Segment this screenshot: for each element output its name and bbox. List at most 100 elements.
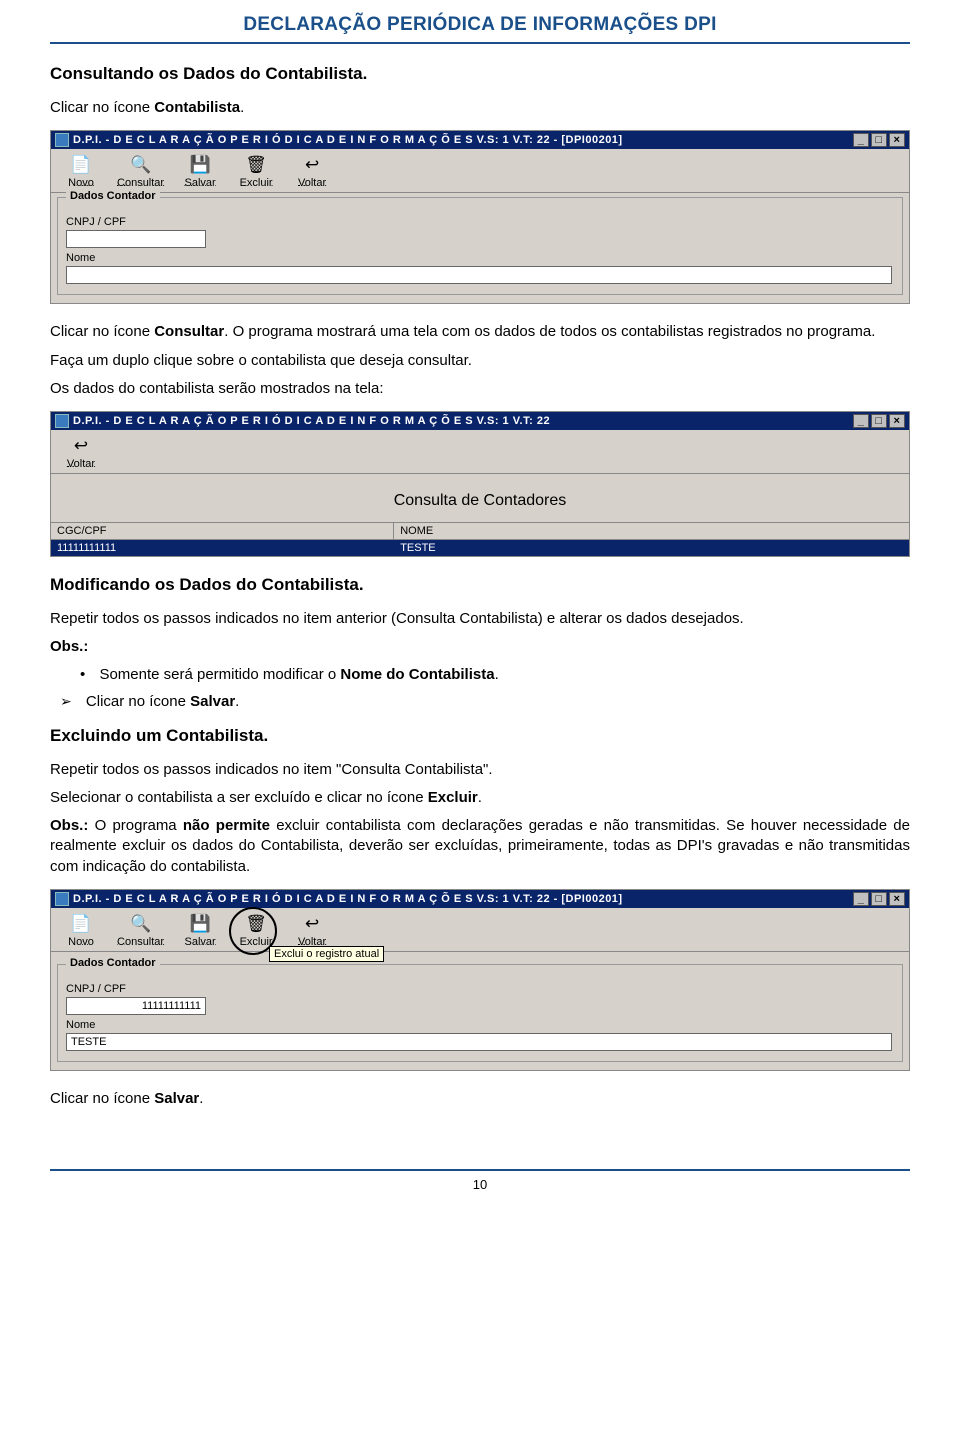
window-title: D.P.I. - D E C L A R A Ç Ã O P E R I Ó D… — [73, 415, 550, 427]
consultar-button[interactable]: 🔍Consultar — [109, 151, 172, 191]
minimize-icon[interactable]: _ — [853, 414, 869, 428]
para-obs-nao-permite: Obs.: O programa não permite excluir con… — [50, 816, 910, 877]
app-icon — [55, 414, 69, 428]
nome-input[interactable] — [66, 266, 892, 284]
arrow-item-salvar: Clicar no ícone Salvar. — [60, 693, 910, 710]
window-title: D.P.I. - D E C L A R A Ç Ã O P E R I Ó D… — [73, 893, 623, 905]
trash-icon: 🗑 — [245, 154, 267, 176]
label: Salvar — [185, 177, 216, 189]
window-buttons: _ □ × — [853, 133, 905, 147]
page-header: DECLARAÇÃO PERIÓDICA DE INFORMAÇÕES DPI — [50, 0, 910, 44]
consultar-button[interactable]: 🔍Consultar — [109, 910, 172, 950]
page-number: 10 — [50, 1171, 910, 1210]
minimize-icon[interactable]: _ — [853, 133, 869, 147]
group-legend: Dados Contador — [66, 190, 160, 202]
document-icon: 📄 — [70, 154, 92, 176]
bold: Salvar — [154, 1090, 199, 1107]
label: Excluir — [240, 936, 273, 948]
voltar-button[interactable]: ↩Voltar — [284, 151, 340, 191]
save-icon: 💾 — [189, 913, 211, 935]
tooltip-excluir: Exclui o registro atual — [269, 946, 384, 962]
para-repetir-passos: Repetir todos os passos indicados no ite… — [50, 609, 910, 629]
save-icon: 💾 — [189, 154, 211, 176]
cnpj-label: CNPJ / CPF — [66, 983, 894, 995]
search-icon: 🔍 — [130, 154, 152, 176]
novo-button[interactable]: 📄Novo — [53, 151, 109, 191]
toolbar: 📄Novo 🔍Consultar 💾Salvar 🗑Excluir ↩Volta… — [51, 908, 909, 952]
trash-icon: 🗑 — [245, 913, 267, 935]
para-repetir-consulta: Repetir todos os passos indicados no ite… — [50, 760, 910, 780]
text: Clicar no ícone — [86, 693, 190, 710]
voltar-button[interactable]: ↩Voltar — [284, 910, 340, 950]
bold: Excluir — [428, 789, 478, 806]
obs-list: Somente será permitido modificar o Nome … — [80, 666, 910, 683]
label: Novo — [68, 936, 94, 948]
text: . — [235, 693, 239, 710]
label: Excluir — [240, 177, 273, 189]
text: O programa — [88, 817, 183, 834]
voltar-button[interactable]: ↩Voltar — [53, 432, 109, 472]
window-buttons: _ □ × — [853, 414, 905, 428]
label: Consultar — [117, 936, 164, 948]
window-title: D.P.I. - D E C L A R A Ç Ã O P E R I Ó D… — [73, 134, 623, 146]
close-icon[interactable]: × — [889, 414, 905, 428]
th-cgc-cpf: CGC/CPF — [51, 523, 394, 539]
document-icon: 📄 — [70, 913, 92, 935]
window-titlebar: D.P.I. - D E C L A R A Ç Ã O P E R I Ó D… — [51, 131, 909, 149]
window-titlebar: D.P.I. - D E C L A R A Ç Ã O P E R I Ó D… — [51, 412, 909, 430]
maximize-icon[interactable]: □ — [871, 414, 887, 428]
bold: Salvar — [190, 693, 235, 710]
text: . — [478, 789, 482, 806]
back-icon: ↩ — [301, 154, 323, 176]
text: . — [199, 1090, 203, 1107]
section-title-consultando: Consultando os Dados do Contabilista. — [50, 64, 910, 84]
table-header: CGC/CPF NOME — [51, 522, 909, 540]
nome-label: Nome — [66, 1019, 894, 1031]
obs-bold: Obs.: — [50, 817, 88, 834]
search-icon: 🔍 — [130, 913, 152, 935]
screenshot-toolbar-contador: D.P.I. - D E C L A R A Ç Ã O P E R I Ó D… — [50, 130, 910, 304]
back-icon: ↩ — [301, 913, 323, 935]
close-icon[interactable]: × — [889, 133, 905, 147]
text: Selecionar o contabilista a ser excluído… — [50, 789, 428, 806]
text: . O programa mostrará uma tela com os da… — [224, 323, 875, 340]
para-duplo-clique: Faça um duplo clique sobre o contabilist… — [50, 351, 910, 371]
maximize-icon[interactable]: □ — [871, 133, 887, 147]
window-buttons: _ □ × — [853, 892, 905, 906]
cell-cgc: 11111111111 — [51, 540, 394, 556]
cnpj-input[interactable] — [66, 230, 206, 248]
table-row[interactable]: 11111111111 TESTE — [51, 540, 909, 556]
excluir-button[interactable]: 🗑Excluir — [228, 151, 284, 191]
consulta-heading: Consulta de Contadores — [51, 474, 909, 522]
cnpj-input[interactable] — [66, 997, 206, 1015]
close-icon[interactable]: × — [889, 892, 905, 906]
bold: não permite — [183, 817, 270, 834]
text: . — [495, 666, 499, 683]
maximize-icon[interactable]: □ — [871, 892, 887, 906]
group-legend: Dados Contador — [66, 957, 160, 969]
dados-contador-group: Dados Contador CNPJ / CPF Nome — [57, 964, 903, 1062]
cell-nome: TESTE — [394, 540, 909, 556]
screenshot-consulta-contadores: D.P.I. - D E C L A R A Ç Ã O P E R I Ó D… — [50, 411, 910, 557]
back-icon: ↩ — [70, 435, 92, 457]
nome-label: Nome — [66, 252, 894, 264]
text: Somente será permitido modificar o — [99, 666, 340, 683]
salvar-button[interactable]: 💾Salvar — [172, 910, 228, 950]
text: Clicar no ícone — [50, 99, 154, 116]
text: Clicar no ícone — [50, 323, 154, 340]
novo-button[interactable]: 📄Novo — [53, 910, 109, 950]
salvar-button[interactable]: 💾Salvar — [172, 151, 228, 191]
text: Clicar no ícone — [50, 1090, 154, 1107]
nome-input[interactable] — [66, 1033, 892, 1051]
minimize-icon[interactable]: _ — [853, 892, 869, 906]
obs-label: Obs.: — [50, 637, 910, 657]
para-dados-mostrados: Os dados do contabilista serão mostrados… — [50, 379, 910, 399]
cnpj-label: CNPJ / CPF — [66, 216, 894, 228]
para-selecionar-excluir: Selecionar o contabilista a ser excluído… — [50, 788, 910, 808]
label: Novo — [68, 177, 94, 189]
bold: Nome do Contabilista — [340, 666, 494, 683]
excluir-button[interactable]: 🗑Excluir — [228, 910, 284, 950]
th-nome: NOME — [394, 523, 909, 539]
section-title-modificando: Modificando os Dados do Contabilista. — [50, 575, 910, 595]
toolbar: 📄Novo 🔍Consultar 💾Salvar 🗑Excluir ↩Volta… — [51, 149, 909, 193]
